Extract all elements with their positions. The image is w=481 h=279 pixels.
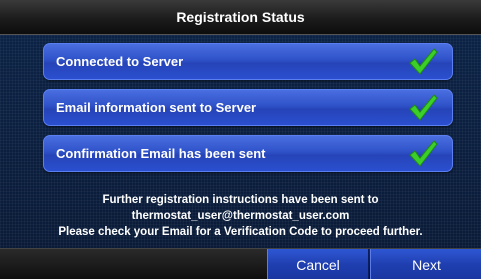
next-button[interactable]: Next <box>370 249 481 279</box>
check-icon <box>409 48 438 75</box>
status-item-email-info: Email information sent to Server <box>43 89 453 126</box>
status-item-label: Confirmation Email has been sent <box>56 146 266 161</box>
status-item-confirmation: Confirmation Email has been sent <box>43 135 453 172</box>
cancel-button[interactable]: Cancel <box>267 249 369 279</box>
status-item-connected: Connected to Server <box>43 43 453 80</box>
info-message: Further registration instructions have b… <box>0 192 481 240</box>
check-icon <box>409 94 438 121</box>
email-address: thermostat_user@thermostat_user.com <box>131 210 350 222</box>
footer-bar: Cancel Next <box>0 248 481 279</box>
info-line: Further registration instructions have b… <box>102 194 379 206</box>
status-list: Connected to Server Email information se… <box>43 43 453 181</box>
page-title: Registration Status <box>176 9 305 25</box>
info-line: Please check your Email for a Verificati… <box>58 226 423 238</box>
check-icon <box>409 140 438 167</box>
status-item-label: Email information sent to Server <box>56 100 257 115</box>
registration-status-screen: Registration Status Connected to Server … <box>0 0 481 279</box>
status-item-label: Connected to Server <box>56 54 184 69</box>
title-bar: Registration Status <box>0 0 481 35</box>
